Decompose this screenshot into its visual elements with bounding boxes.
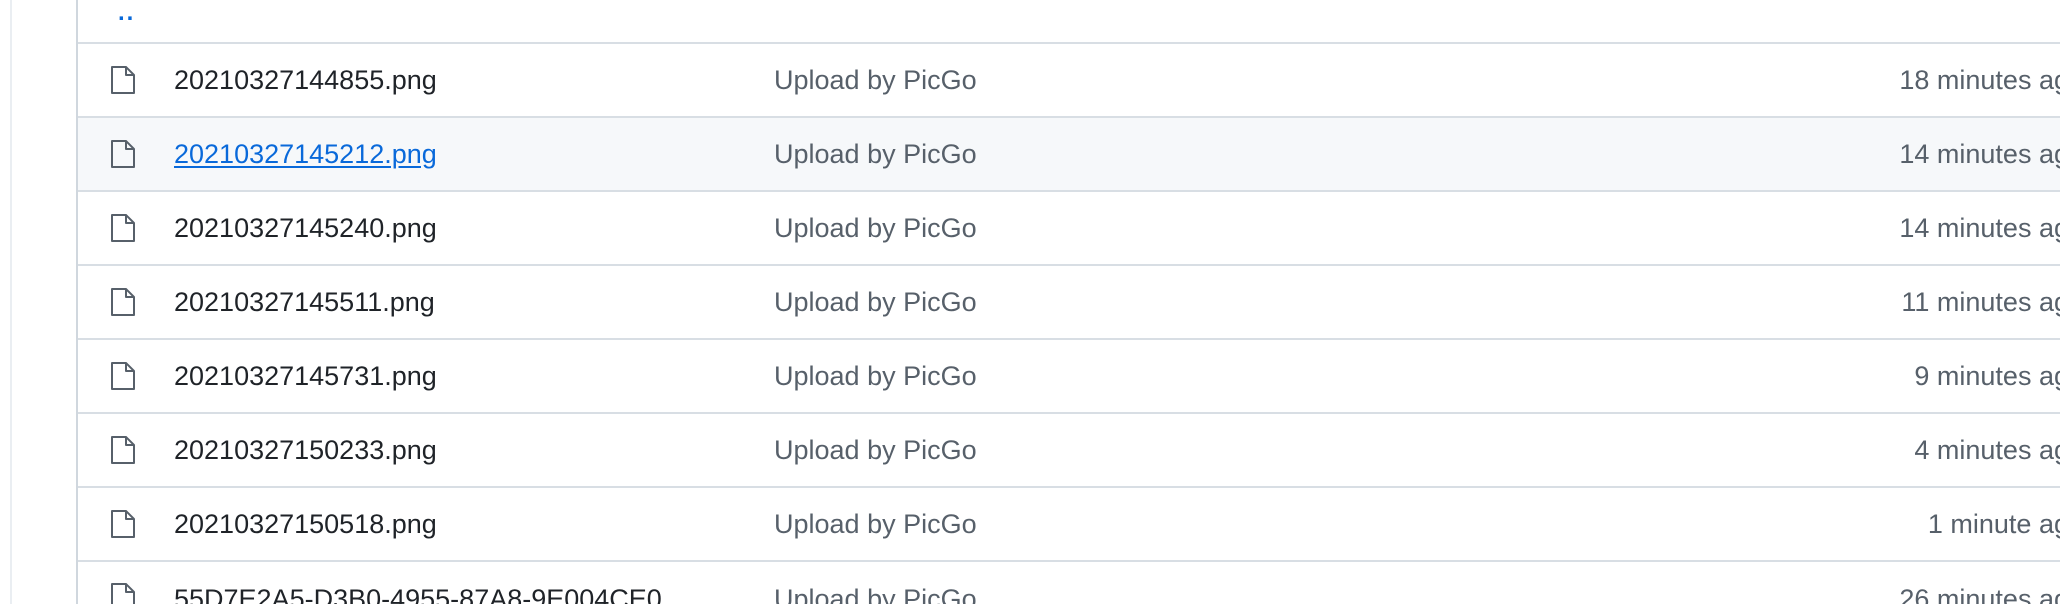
file-row[interactable]: 20210327150233.png Upload by PicGo 4 min…	[78, 414, 2060, 488]
commit-message-link[interactable]: Upload by PicGo	[774, 509, 977, 540]
file-row[interactable]: 20210327144855.png Upload by PicGo 18 mi…	[78, 44, 2060, 118]
commit-age: 14 minutes ago	[1899, 138, 2060, 169]
file-icon	[110, 509, 136, 539]
file-name-link[interactable]: 20210327150518.png	[174, 509, 437, 540]
file-row[interactable]: 20210327145240.png Upload by PicGo 14 mi…	[78, 192, 2060, 266]
file-icon	[110, 65, 136, 95]
commit-message-link[interactable]: Upload by PicGo	[774, 584, 977, 604]
file-icon	[110, 213, 136, 243]
commit-age: 4 minutes ago	[1914, 434, 2060, 465]
file-icon	[110, 361, 136, 391]
parent-directory-link[interactable]: ..	[118, 0, 135, 28]
file-row[interactable]: 20210327150518.png Upload by PicGo 1 min…	[78, 488, 2060, 562]
file-icon	[110, 435, 136, 465]
commit-message-link[interactable]: Upload by PicGo	[774, 361, 977, 392]
file-row[interactable]: 20210327145511.png Upload by PicGo 11 mi…	[78, 266, 2060, 340]
file-name-link[interactable]: 20210327144855.png	[174, 65, 437, 96]
commit-age: 11 minutes ago	[1901, 286, 2060, 317]
file-table: .. 20210327144855.png Upload by PicGo 18…	[76, 0, 2060, 604]
commit-message-link[interactable]: Upload by PicGo	[774, 287, 977, 318]
file-name-link[interactable]: 55D7E2A5-D3B0-4955-87A8-9E004CE0	[174, 584, 662, 604]
repository-file-browser: .. 20210327144855.png Upload by PicGo 18…	[0, 0, 2060, 604]
commit-age: 14 minutes ago	[1899, 212, 2060, 243]
commit-age: 1 minute ago	[1927, 508, 2060, 539]
file-row[interactable]: 20210327145731.png Upload by PicGo 9 min…	[78, 340, 2060, 414]
commit-message-link[interactable]: Upload by PicGo	[774, 139, 977, 170]
file-name-link[interactable]: 20210327145731.png	[174, 361, 437, 392]
file-name-link[interactable]: 20210327145240.png	[174, 213, 437, 244]
commit-age: 18 minutes ago	[1899, 64, 2060, 95]
file-icon	[110, 287, 136, 317]
commit-message-link[interactable]: Upload by PicGo	[774, 213, 977, 244]
file-row[interactable]: 55D7E2A5-D3B0-4955-87A8-9E004CE0 Upload …	[78, 562, 2060, 604]
commit-age: 9 minutes ago	[1914, 360, 2060, 391]
file-name-link[interactable]: 20210327145511.png	[174, 287, 435, 318]
file-icon	[110, 139, 136, 169]
commit-message-link[interactable]: Upload by PicGo	[774, 435, 977, 466]
file-name-link[interactable]: 20210327145212.png	[174, 139, 437, 170]
commit-age: 26 minutes ago	[1899, 584, 2060, 604]
file-icon	[110, 582, 136, 604]
file-row[interactable]: 20210327145212.png Upload by PicGo 14 mi…	[78, 118, 2060, 192]
file-name-link[interactable]: 20210327150233.png	[174, 435, 437, 466]
commit-message-link[interactable]: Upload by PicGo	[774, 65, 977, 96]
parent-directory-row[interactable]: ..	[78, 0, 2060, 44]
left-divider	[10, 0, 12, 604]
